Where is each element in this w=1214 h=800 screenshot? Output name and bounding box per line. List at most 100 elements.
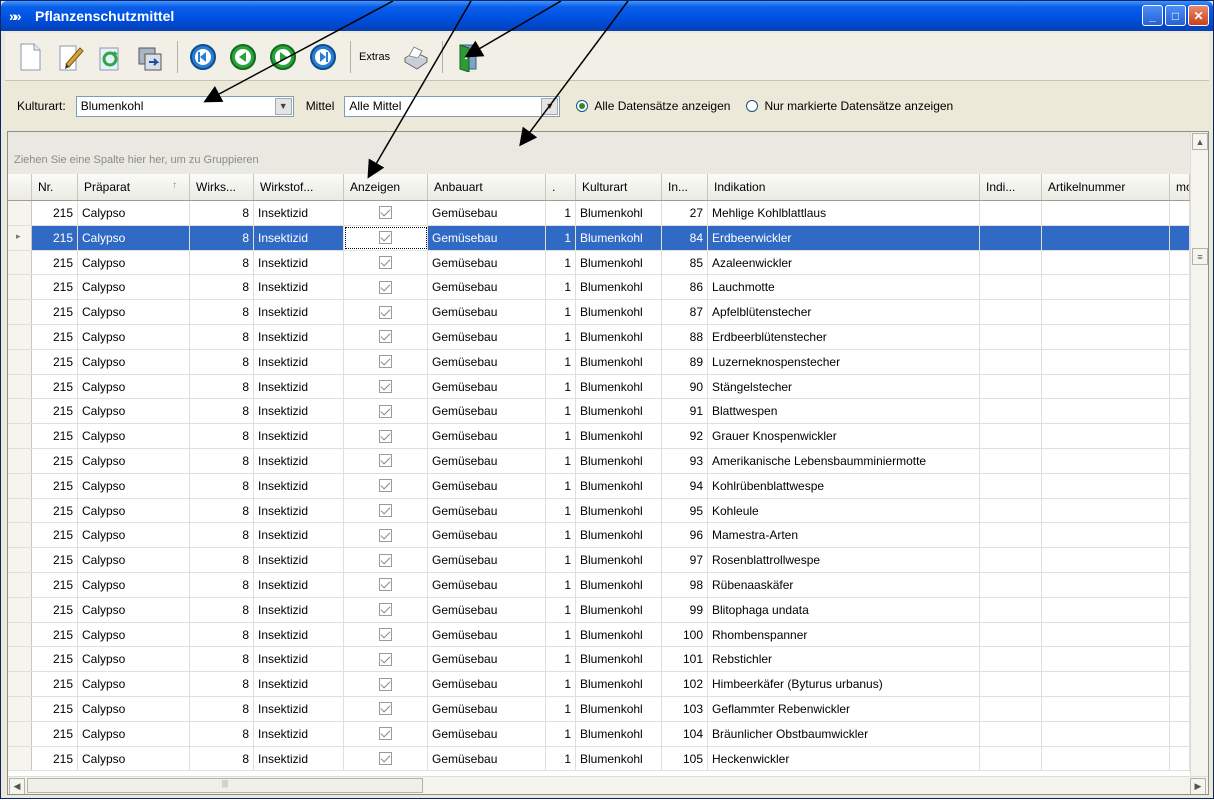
cell-anbauart[interactable]: Gemüsebau	[428, 597, 546, 622]
cell-in[interactable]: 86	[662, 275, 708, 300]
scroll-left-icon[interactable]: ◀	[9, 778, 25, 794]
cell-in[interactable]: 100	[662, 622, 708, 647]
cell-wirkstoff[interactable]: Insektizid	[254, 746, 344, 771]
cell-wirks[interactable]: 8	[190, 448, 254, 473]
cell-praeparat[interactable]: Calypso	[78, 597, 190, 622]
cell-empty[interactable]	[1042, 201, 1170, 225]
table-row[interactable]: 215 Calypso 8 Insektizid Gemüsebau 1 Blumenkoh…	[8, 548, 1190, 573]
cell-anbauart[interactable]: Gemüsebau	[428, 647, 546, 672]
column-header[interactable]: Wirkstof...	[254, 174, 344, 200]
cell-in[interactable]: 88	[662, 324, 708, 349]
cell-empty[interactable]	[980, 647, 1042, 672]
cell-kulturart[interactable]: Blumenkohl	[576, 498, 662, 523]
cell-in[interactable]: 101	[662, 647, 708, 672]
cell-nr[interactable]: 215	[32, 647, 78, 672]
new-button[interactable]	[11, 39, 49, 75]
cell-empty[interactable]	[1170, 721, 1190, 746]
cell-empty[interactable]	[1170, 622, 1190, 647]
cell-indikation[interactable]: Rhombenspanner	[708, 622, 980, 647]
cell-praeparat[interactable]: Calypso	[78, 374, 190, 399]
cell-dot[interactable]: 1	[546, 647, 576, 672]
anzeigen-checkbox-cell[interactable]	[344, 498, 428, 523]
cell-wirkstoff[interactable]: Insektizid	[254, 548, 344, 572]
cell-anbauart[interactable]: Gemüsebau	[428, 201, 546, 225]
cell-empty[interactable]	[1042, 672, 1170, 696]
cell-empty[interactable]	[980, 300, 1042, 324]
cell-nr[interactable]: 215	[32, 597, 78, 622]
checkbox-checked-icon[interactable]	[379, 727, 392, 741]
table-row[interactable]: 215 Calypso 8 Insektizid Gemüsebau 1 Blumenkoh…	[8, 374, 1190, 400]
cell-empty[interactable]	[1170, 300, 1190, 324]
cell-kulturart[interactable]: Blumenkohl	[576, 523, 662, 548]
checkbox-checked-icon[interactable]	[379, 355, 392, 369]
cell-dot[interactable]: 1	[546, 225, 576, 250]
current-row-indicator-icon[interactable]: ▸	[8, 225, 32, 250]
cell-wirks[interactable]: 8	[190, 201, 254, 225]
cell-anbauart[interactable]: Gemüsebau	[428, 349, 546, 374]
horizontal-scroll-thumb[interactable]: |||	[27, 778, 423, 793]
cell-empty[interactable]	[1042, 448, 1170, 473]
cell-kulturart[interactable]: Blumenkohl	[576, 597, 662, 622]
checkbox-checked-icon[interactable]	[379, 255, 392, 269]
kulturart-combobox[interactable]: Blumenkohl ▼	[75, 95, 294, 117]
cell-dot[interactable]: 1	[546, 399, 576, 424]
cell-in[interactable]: 95	[662, 498, 708, 523]
cell-wirks[interactable]: 8	[190, 622, 254, 647]
cell-indikation[interactable]: Erdbeerblütenstecher	[708, 324, 980, 349]
radio-button-selected[interactable]	[576, 100, 589, 112]
cell-empty[interactable]	[1042, 300, 1170, 324]
cell-in[interactable]: 103	[662, 696, 708, 721]
table-row[interactable]: 215 Calypso 8 Insektizid Gemüsebau 1 Blumenkoh…	[8, 424, 1190, 449]
row-selector[interactable]	[8, 349, 32, 374]
next-record-button[interactable]	[264, 39, 302, 75]
cell-praeparat[interactable]: Calypso	[78, 424, 190, 448]
cell-wirks[interactable]: 8	[190, 672, 254, 696]
column-header[interactable]: Anzeigen	[344, 174, 428, 200]
cell-kulturart[interactable]: Blumenkohl	[576, 746, 662, 771]
cell-anbauart[interactable]: Gemüsebau	[428, 448, 546, 473]
cell-in[interactable]: 93	[662, 448, 708, 473]
checkbox-checked-icon[interactable]	[379, 231, 392, 245]
chevron-down-icon[interactable]: ▼	[274, 97, 292, 115]
column-header[interactable]: In...	[662, 174, 708, 200]
checkbox-checked-icon[interactable]	[379, 652, 392, 666]
row-selector[interactable]	[8, 647, 32, 672]
cell-wirks[interactable]: 8	[190, 746, 254, 771]
cell-indikation[interactable]: Rosenblattrollwespe	[708, 548, 980, 572]
table-row[interactable]: 215 Calypso 8 Insektizid Gemüsebau 1 Blumenkoh…	[8, 300, 1190, 325]
column-header[interactable]: mo	[1170, 174, 1190, 200]
anzeigen-checkbox-cell[interactable]	[344, 424, 428, 448]
cell-anbauart[interactable]: Gemüsebau	[428, 275, 546, 300]
table-row[interactable]: 215 Calypso 8 Insektizid Gemüsebau 1 Blumenkoh…	[8, 597, 1190, 623]
cell-empty[interactable]	[980, 672, 1042, 696]
cell-empty[interactable]	[1042, 572, 1170, 597]
cell-dot[interactable]: 1	[546, 622, 576, 647]
cell-kulturart[interactable]: Blumenkohl	[576, 721, 662, 746]
cell-kulturart[interactable]: Blumenkohl	[576, 696, 662, 721]
cell-in[interactable]: 85	[662, 250, 708, 275]
cell-wirks[interactable]: 8	[190, 498, 254, 523]
cell-dot[interactable]: 1	[546, 498, 576, 523]
cell-kulturart[interactable]: Blumenkohl	[576, 399, 662, 424]
cell-kulturart[interactable]: Blumenkohl	[576, 201, 662, 225]
row-selector[interactable]	[8, 746, 32, 771]
cell-empty[interactable]	[980, 349, 1042, 374]
cell-empty[interactable]	[1170, 324, 1190, 349]
cell-anbauart[interactable]: Gemüsebau	[428, 498, 546, 523]
cell-wirks[interactable]: 8	[190, 424, 254, 448]
checkbox-checked-icon[interactable]	[379, 677, 392, 691]
row-selector[interactable]	[8, 275, 32, 300]
cell-praeparat[interactable]: Calypso	[78, 275, 190, 300]
cell-indikation[interactable]: Bräunlicher Obstbaumwickler	[708, 721, 980, 746]
cell-indikation[interactable]: Himbeerkäfer (Byturus urbanus)	[708, 672, 980, 696]
checkbox-checked-icon[interactable]	[379, 454, 392, 468]
cell-wirkstoff[interactable]: Insektizid	[254, 672, 344, 696]
anzeigen-checkbox-cell[interactable]	[344, 250, 428, 275]
cell-indikation[interactable]: Blitophaga undata	[708, 597, 980, 622]
anzeigen-checkbox-cell[interactable]	[344, 399, 428, 424]
cell-anbauart[interactable]: Gemüsebau	[428, 622, 546, 647]
cell-empty[interactable]	[1170, 498, 1190, 523]
cell-empty[interactable]	[1042, 275, 1170, 300]
row-selector[interactable]	[8, 374, 32, 399]
cell-anbauart[interactable]: Gemüsebau	[428, 300, 546, 324]
